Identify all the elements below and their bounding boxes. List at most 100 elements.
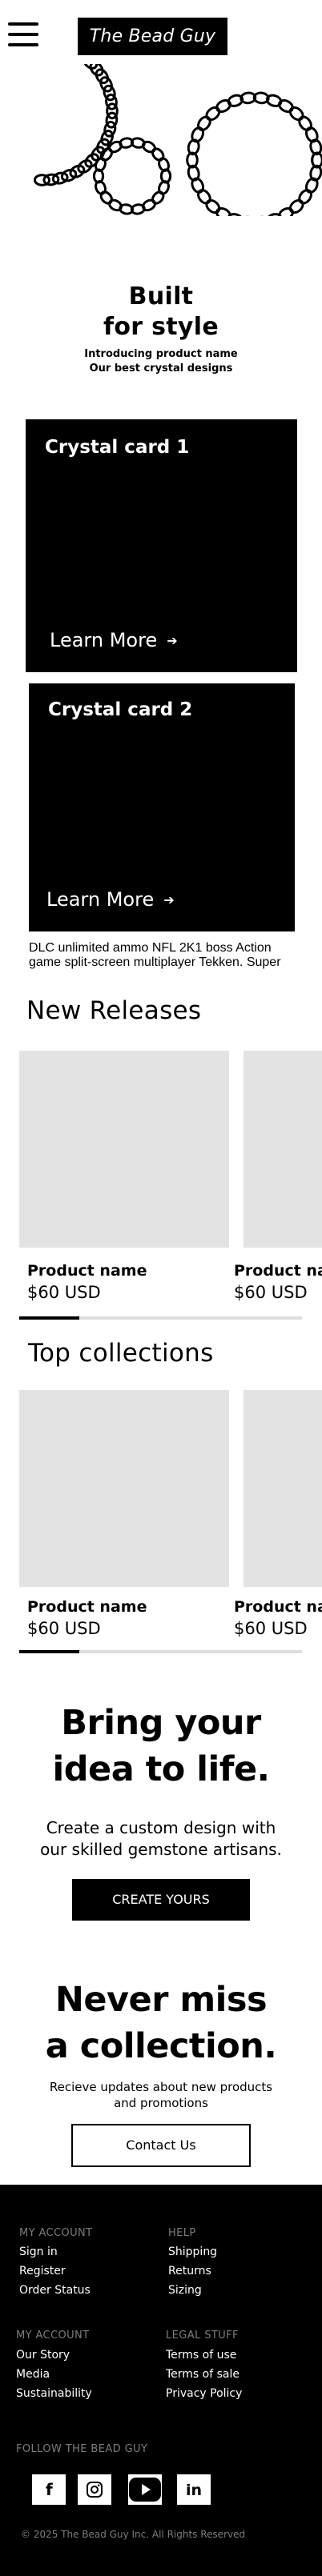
bead-shape	[60, 168, 78, 182]
bead-shape	[288, 198, 304, 214]
product-name: Product name	[234, 1598, 322, 1616]
custom-design-text: Create a custom design with our skilled …	[0, 1817, 322, 1861]
svg-text:f: f	[46, 2481, 53, 2498]
newsletter-title-line-2: a collection.	[45, 2026, 277, 2066]
bead-shape	[103, 84, 116, 102]
new-releases-scrollbar[interactable]	[19, 1316, 302, 1320]
scrollbar-thumb[interactable]	[19, 1650, 79, 1653]
footer-link-media[interactable]: Media	[16, 2368, 50, 2381]
crystal-card-2[interactable]: Crystal card 2 Learn More ➔	[29, 683, 295, 931]
hero-title-line-1: Built	[128, 282, 194, 310]
footer-heading-follow: FOLLOW THE BEAD GUY	[16, 2443, 148, 2455]
hero-title-line-2: for style	[103, 313, 219, 341]
product-card[interactable]: Product name $60 USD	[19, 1390, 229, 1638]
bead-shape	[99, 190, 113, 205]
instagram-icon[interactable]	[78, 2474, 111, 2505]
hero-title: Built for style	[0, 282, 322, 343]
top-collections-title: Top collections	[28, 1339, 214, 1368]
crystal-card-title: Crystal card 1	[45, 437, 190, 458]
bead-shape	[298, 189, 312, 205]
hero-subtitle-line-2: Our best crystal designs	[89, 363, 233, 375]
footer-link-sizing[interactable]: Sizing	[168, 2284, 202, 2297]
bead-shape	[304, 177, 319, 194]
svg-text:in: in	[186, 2482, 202, 2498]
youtube-icon[interactable]	[128, 2474, 162, 2505]
facebook-icon[interactable]: f	[32, 2474, 66, 2505]
footer-link-terms-of-use[interactable]: Terms of use	[166, 2349, 236, 2362]
product-price: $60 USD	[234, 1283, 308, 1302]
product-card[interactable]: Product name $60 USD	[19, 1051, 229, 1302]
bead-shape	[108, 198, 123, 212]
page: The Bead Guy Built for style Introducing…	[0, 0, 322, 2576]
learn-more-link[interactable]: Learn More ➔	[50, 629, 178, 651]
product-image[interactable]	[244, 1390, 322, 1587]
newsletter-text: Recieve updates about new products and p…	[0, 2079, 322, 2111]
top-collections-scrollbar[interactable]	[19, 1650, 302, 1653]
copyright-text: © 2025 The Bead Guy Inc. All Rights Rese…	[21, 2529, 246, 2540]
bead-shape	[298, 115, 312, 131]
bead-shape	[95, 68, 109, 85]
hero-subtitle-line-1: Introducing product name	[84, 348, 238, 360]
custom-design-text-line-2: our skilled gemstone artisans.	[40, 1840, 282, 1859]
footer-link-privacy-policy[interactable]: Privacy Policy	[166, 2387, 242, 2400]
crystal-card-1[interactable]: Crystal card 1 Learn More ➔	[26, 419, 297, 672]
product-name: Product name	[27, 1262, 147, 1280]
footer-link-sustainability[interactable]: Sustainability	[16, 2387, 92, 2400]
arrow-right-icon: ➔	[167, 632, 178, 648]
footer-link-shipping[interactable]: Shipping	[168, 2245, 217, 2258]
bead-shape	[99, 147, 113, 162]
crystal-card-title: Crystal card 2	[48, 699, 193, 720]
bead-shape	[197, 189, 211, 205]
footer-link-register[interactable]: Register	[19, 2265, 66, 2278]
card-description: DLC unlimited ammo NFL 2K1 boss Action g…	[29, 941, 281, 969]
linkedin-icon[interactable]: in	[177, 2474, 211, 2505]
bead-shape	[191, 126, 205, 143]
product-price: $60 USD	[27, 1283, 101, 1302]
newsletter-title-line-1: Never miss	[54, 1980, 268, 2020]
scrollbar-thumb[interactable]	[19, 1316, 79, 1320]
product-name: Product name	[234, 1262, 322, 1280]
contact-us-button[interactable]: Contact Us	[71, 2124, 251, 2167]
custom-design-text-line-1: Create a custom design with	[46, 1818, 276, 1837]
product-image[interactable]	[19, 1051, 229, 1248]
bead-shape	[103, 120, 117, 138]
footer-heading-legal-stuff: LEGAL STUFF	[166, 2330, 239, 2342]
product-image[interactable]	[244, 1051, 322, 1248]
bead-shape	[151, 147, 165, 162]
newsletter-title: Never miss a collection.	[0, 1977, 322, 2069]
newsletter-text-line-2: and promotions	[114, 2096, 208, 2110]
footer-link-order-status[interactable]: Order Status	[19, 2284, 91, 2297]
bead-shape	[74, 64, 92, 65]
learn-more-link[interactable]: Learn More ➔	[46, 888, 175, 911]
footer-heading-help: HELP	[168, 2227, 196, 2239]
bead-shape	[34, 174, 50, 186]
footer-link-our-story[interactable]: Our Story	[16, 2349, 70, 2362]
bead-shape	[151, 190, 165, 205]
product-price: $60 USD	[234, 1619, 308, 1638]
footer-link-terms-of-sale[interactable]: Terms of sale	[166, 2368, 239, 2381]
bead-shape	[197, 115, 211, 131]
bead-shape	[288, 106, 304, 122]
product-name: Product name	[27, 1598, 147, 1616]
product-card[interactable]: Product name $60 USD	[234, 1051, 322, 1302]
newsletter-text-line-1: Recieve updates about new products	[49, 2080, 273, 2094]
custom-design-title-line-2: idea to life.	[52, 1749, 270, 1789]
product-card[interactable]: Product name $60 USD	[234, 1390, 322, 1638]
hero-subtitle: Introducing product name Our best crysta…	[0, 347, 322, 376]
site-header: The Bead Guy	[0, 0, 322, 70]
bead-shape	[69, 164, 86, 178]
bead-shape	[205, 198, 221, 214]
create-yours-button[interactable]: CREATE YOURS	[72, 1879, 250, 1921]
bead-shape	[205, 106, 221, 122]
custom-design-title-line-1: Bring your	[61, 1703, 261, 1743]
site-logo[interactable]: The Bead Guy	[78, 18, 227, 55]
bead-chain-rings-art	[34, 64, 322, 216]
learn-more-label: Learn More	[46, 888, 155, 911]
product-image[interactable]	[19, 1390, 229, 1587]
footer-link-returns[interactable]: Returns	[168, 2265, 211, 2278]
footer-link-sign-in[interactable]: Sign in	[19, 2245, 58, 2258]
footer-heading-my-account-2: MY ACCOUNT	[16, 2330, 90, 2342]
learn-more-label: Learn More	[50, 629, 158, 651]
custom-design-title: Bring your idea to life.	[0, 1700, 322, 1793]
hamburger-menu-icon[interactable]	[8, 22, 38, 48]
